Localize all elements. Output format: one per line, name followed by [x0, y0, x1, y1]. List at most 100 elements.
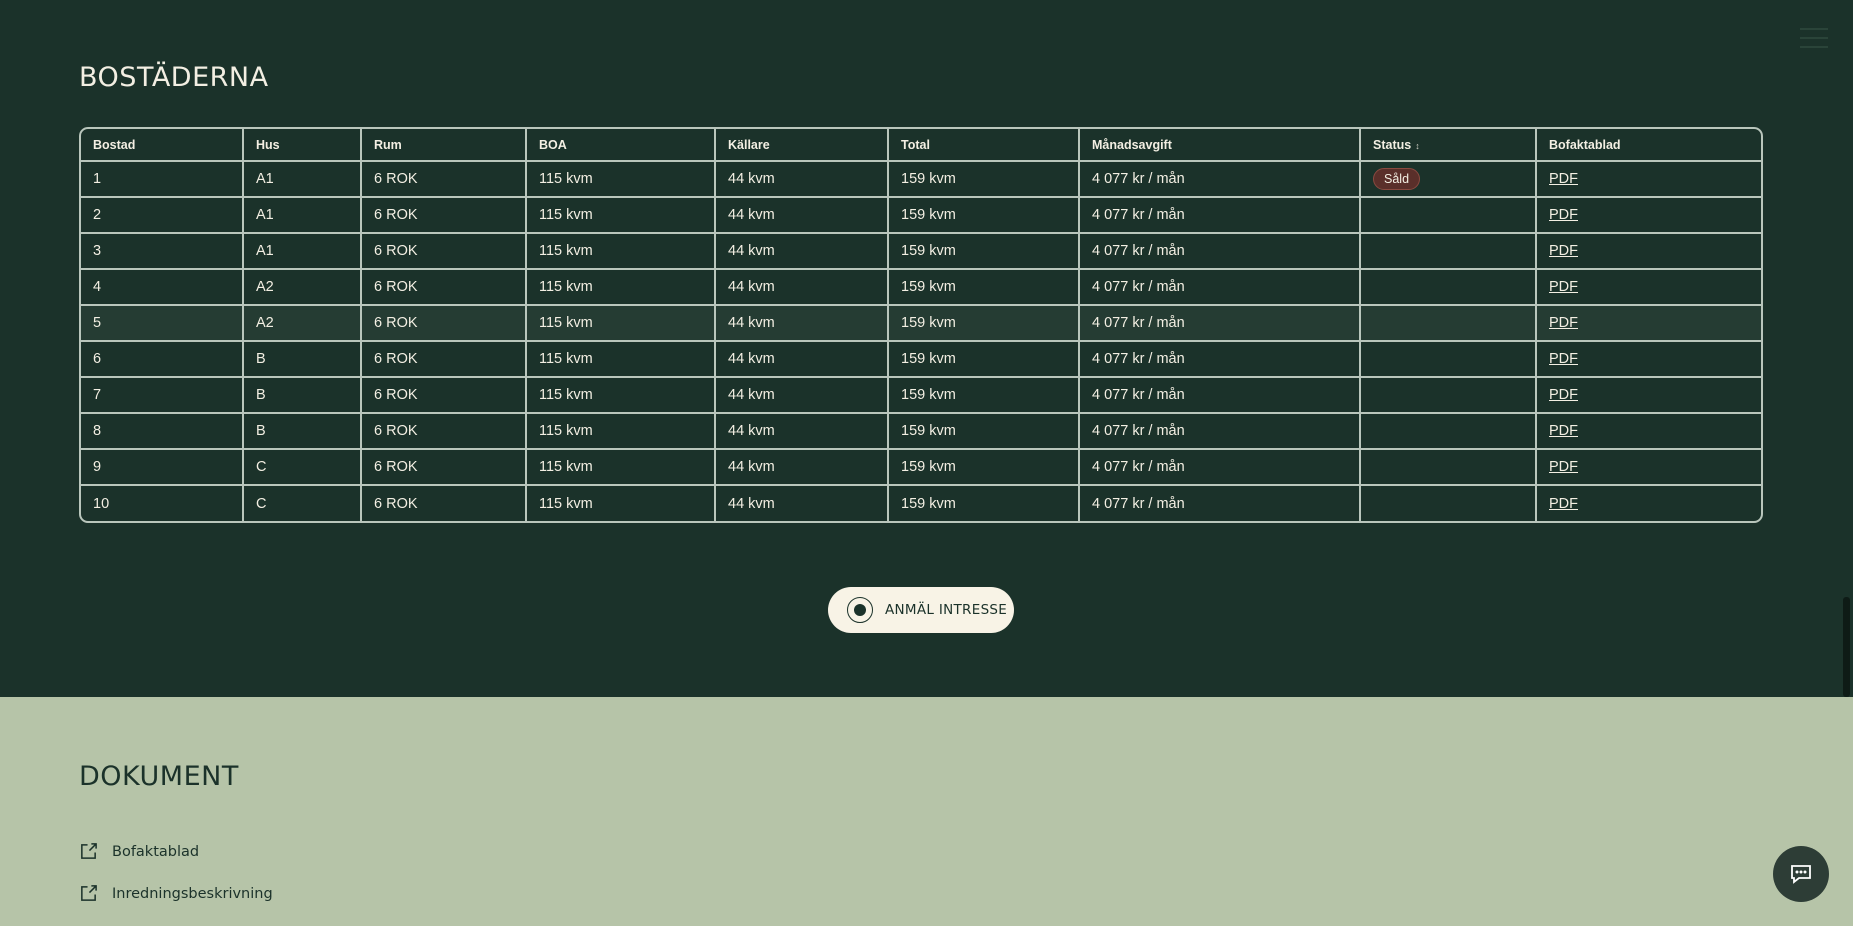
pdf-link[interactable]: PDF	[1549, 207, 1578, 223]
table-row[interactable]: 8B6 ROK 115 kvm 44 kvm 159 kvm 4 077 kr / må…	[81, 413, 1761, 450]
pdf-link[interactable]: PDF	[1549, 171, 1578, 187]
cell-total: 159 kvm	[888, 377, 1080, 414]
cell-hus: A2	[243, 269, 362, 306]
hamburger-menu-icon	[1800, 28, 1828, 30]
cell-boa: 115 kvm	[526, 233, 716, 270]
col-header-boa[interactable]: BOA	[526, 129, 716, 162]
col-header-kallare[interactable]: Källare	[715, 129, 889, 162]
col-header-hus[interactable]: Hus	[243, 129, 362, 162]
table-row[interactable]: 9C6 ROK 115 kvm 44 kvm 159 kvm 4 077 kr / må…	[81, 449, 1761, 486]
cell-pdf: PDF	[1536, 161, 1761, 198]
col-header-status[interactable]: Status ↕	[1360, 129, 1537, 162]
cell-total: 159 kvm	[888, 485, 1080, 521]
cell-rum: 6 ROK	[361, 233, 527, 270]
status-badge: Såld	[1373, 168, 1421, 190]
col-header-bofaktablad[interactable]: Bofaktablad	[1536, 129, 1761, 162]
cell-rum: 6 ROK	[361, 413, 527, 450]
cell-pdf: PDF	[1536, 449, 1761, 486]
table-row[interactable]: 10 C 6 ROK 115 kvm 44 kvm 159 kvm 4 077 kr / m…	[81, 485, 1761, 521]
cell-bostad: 1	[81, 161, 244, 198]
col-header-manadsavgift[interactable]: Månadsavgift	[1079, 129, 1361, 162]
cell-boa: 115 kvm	[526, 305, 716, 342]
cell-boa: 115 kvm	[526, 449, 716, 486]
cell-boa: 115 kvm	[526, 269, 716, 306]
cell-rum: 6 ROK	[361, 269, 527, 306]
cell-boa: 115 kvm	[526, 485, 716, 521]
cell-hus: A2	[243, 305, 362, 342]
cell-avgift: 4 077 kr / mån	[1079, 449, 1361, 486]
homes-table: Bostad Hus Rum BOA Källare Total Månadsa…	[79, 127, 1763, 523]
cell-hus: B	[243, 377, 362, 414]
cell-bostad: 5	[81, 305, 244, 342]
cell-kallare: 44 kvm	[715, 305, 889, 342]
pdf-link[interactable]: PDF	[1549, 279, 1578, 295]
cell-bostad: 6	[81, 341, 244, 378]
cell-kallare: 44 kvm	[715, 269, 889, 306]
col-header-total[interactable]: Total	[888, 129, 1080, 162]
cell-hus: A1	[243, 197, 362, 234]
cell-avgift: 4 077 kr / mån	[1079, 305, 1361, 342]
chat-bubble-icon	[1791, 865, 1811, 884]
cell-pdf: PDF	[1536, 341, 1761, 378]
table-row[interactable]: 2 A1 6 ROK 115 kvm 44 kvm 159 kvm 4 077 kr / m…	[81, 197, 1761, 234]
scrollbar-thumb[interactable]	[1843, 597, 1850, 697]
cell-hus: C	[243, 449, 362, 486]
table-header-row: Bostad Hus Rum BOA Källare Total Månadsa…	[81, 129, 1761, 162]
table-row[interactable]: 1 A1 6 ROK 115 kvm 44 kvm 159 kvm 4 077 kr / m…	[81, 161, 1761, 198]
cell-boa: 115 kvm	[526, 413, 716, 450]
table-row[interactable]: 7B6 ROK 115 kvm 44 kvm 159 kvm 4 077 kr / må…	[81, 377, 1761, 414]
pdf-link[interactable]: PDF	[1549, 387, 1578, 403]
cell-avgift: 4 077 kr / mån	[1079, 269, 1361, 306]
col-header-bostad[interactable]: Bostad	[81, 129, 244, 162]
pdf-link[interactable]: PDF	[1549, 496, 1578, 512]
cell-status: Såld	[1360, 161, 1537, 198]
cell-bostad: 10	[81, 485, 244, 521]
table-row[interactable]: 6B6 ROK 115 kvm 44 kvm 159 kvm 4 077 kr / må…	[81, 341, 1761, 378]
cell-bostad: 4	[81, 269, 244, 306]
cell-bostad: 2	[81, 197, 244, 234]
doc-link-label: Bofaktablad	[112, 843, 200, 860]
cell-total: 159 kvm	[888, 269, 1080, 306]
cell-pdf: PDF	[1536, 413, 1761, 450]
cell-status	[1360, 377, 1537, 414]
cell-status	[1360, 341, 1537, 378]
chat-button[interactable]	[1773, 846, 1829, 902]
doc-link-bofaktablad[interactable]: Bofaktablad	[79, 842, 199, 861]
cell-kallare: 44 kvm	[715, 485, 889, 521]
cell-hus: C	[243, 485, 362, 521]
sort-icon: ↕	[1415, 140, 1420, 151]
documents-title: DOKUMENT	[79, 761, 239, 792]
cell-bostad: 3	[81, 233, 244, 270]
table-row[interactable]: 5 A2 6 ROK 115 kvm 44 kvm 159 kvm 4 077 kr / m…	[81, 305, 1761, 342]
cell-total: 159 kvm	[888, 413, 1080, 450]
cell-status	[1360, 197, 1537, 234]
pdf-link[interactable]: PDF	[1549, 423, 1578, 439]
cell-pdf: PDF	[1536, 485, 1761, 521]
table-row[interactable]: 3 A1 6 ROK 115 kvm 44 kvm 159 kvm 4 077 kr / m…	[81, 233, 1761, 270]
cell-kallare: 44 kvm	[715, 233, 889, 270]
pdf-link[interactable]: PDF	[1549, 351, 1578, 367]
cell-rum: 6 ROK	[361, 449, 527, 486]
pdf-link[interactable]: PDF	[1549, 459, 1578, 475]
cell-avgift: 4 077 kr / mån	[1079, 377, 1361, 414]
col-header-rum[interactable]: Rum	[361, 129, 527, 162]
pdf-link[interactable]: PDF	[1549, 243, 1578, 259]
cell-kallare: 44 kvm	[715, 449, 889, 486]
cell-total: 159 kvm	[888, 305, 1080, 342]
cell-hus: B	[243, 341, 362, 378]
cell-avgift: 4 077 kr / mån	[1079, 197, 1361, 234]
brand-logo-icon	[847, 597, 873, 623]
cell-bostad: 9	[81, 449, 244, 486]
cell-status	[1360, 449, 1537, 486]
homes-title: BOSTÄDERNA	[79, 62, 269, 93]
menu-button[interactable]	[1800, 28, 1828, 48]
cell-pdf: PDF	[1536, 377, 1761, 414]
cell-kallare: 44 kvm	[715, 197, 889, 234]
cell-avgift: 4 077 kr / mån	[1079, 413, 1361, 450]
pdf-link[interactable]: PDF	[1549, 315, 1578, 331]
cell-bostad: 7	[81, 377, 244, 414]
table-row[interactable]: 4 A2 6 ROK 115 kvm 44 kvm 159 kvm 4 077 kr / m…	[81, 269, 1761, 306]
doc-link-inredningsbeskrivning[interactable]: Inredningsbeskrivning	[79, 884, 273, 903]
cell-status	[1360, 269, 1537, 306]
register-interest-button[interactable]: ANMÄL INTRESSE	[828, 587, 1014, 633]
